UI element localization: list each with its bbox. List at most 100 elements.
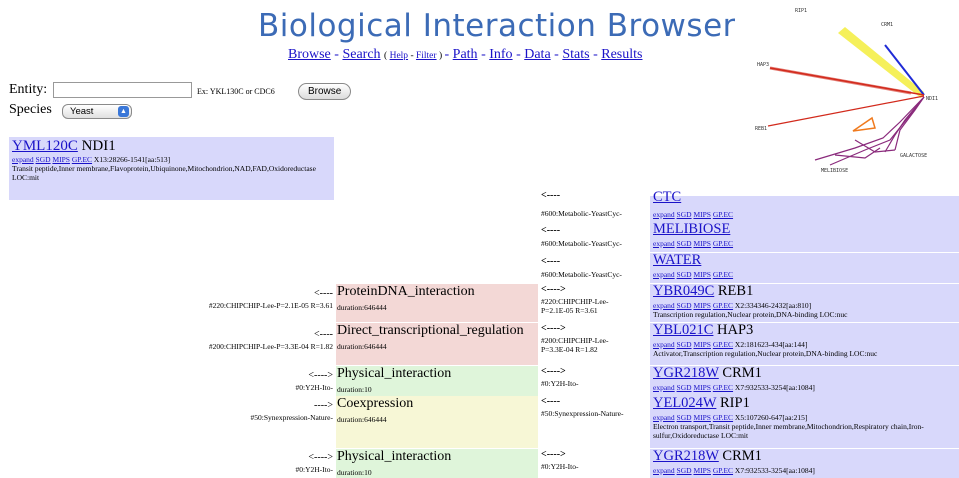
target-gpec-link[interactable]: GP.EC xyxy=(713,239,733,248)
relation-left-id: #200:CHIPCHIP-Lee-P=3.3E-04 R=1.82 xyxy=(208,342,333,351)
target-expand-link[interactable]: expand xyxy=(653,270,675,279)
target-id-link[interactable]: YGR218W xyxy=(653,448,719,464)
node-label-rip1[interactable]: RIP1 xyxy=(795,8,807,14)
target-card: YBR049C REB1 expand SGD MIPS GP.EC X2:33… xyxy=(650,283,959,322)
node-label-galactose[interactable]: GALACTOSE xyxy=(900,153,927,159)
target-id-link[interactable]: YBL021C xyxy=(653,322,713,338)
relation-duration: duration:10 xyxy=(337,468,372,477)
target-gpec-link[interactable]: GP.EC xyxy=(713,301,733,310)
relation-source: <----> #220:CHIPCHIP-Lee- P=2.1E-05 R=3.… xyxy=(541,284,609,315)
relation-source-id: #220:CHIPCHIP-Lee- P=2.1E-05 R=3.61 xyxy=(541,297,609,315)
target-sgd-link[interactable]: SGD xyxy=(677,466,692,475)
relation-source-id: #600:Metabolic-YeastCyc- xyxy=(541,270,622,279)
target-gpec-link[interactable]: GP.EC xyxy=(713,270,733,279)
target-sgd-link[interactable]: SGD xyxy=(677,210,692,219)
entity-mips-link[interactable]: MIPS xyxy=(52,155,70,164)
interaction-graph-thumbnail[interactable]: RIP1 CRM1 HAP3 NDI1 REB1 GALACTOSE MELIB… xyxy=(735,0,959,190)
target-expand-link[interactable]: expand xyxy=(653,210,675,219)
node-label-crm1[interactable]: CRM1 xyxy=(881,22,893,28)
relation-source-id: #600:Metabolic-YeastCyc- xyxy=(541,239,622,248)
target-mips-link[interactable]: MIPS xyxy=(693,413,711,422)
page-title: Biological Interaction Browser xyxy=(258,8,736,44)
target-sgd-link[interactable]: SGD xyxy=(677,239,692,248)
target-id-link[interactable]: YEL024W xyxy=(653,395,716,411)
target-card: YGR218W CRM1 expand SGD MIPS GP.EC X7:93… xyxy=(650,365,959,396)
node-label-ndi1[interactable]: NDI1 xyxy=(926,96,938,102)
relation-source: <---- #600:Metabolic-YeastCyc- xyxy=(541,190,622,218)
target-mips-link[interactable]: MIPS xyxy=(693,466,711,475)
relation-type[interactable]: Physical_interaction xyxy=(337,366,451,382)
target-gpec-link[interactable]: GP.EC xyxy=(713,413,733,422)
relation-duration: duration:646444 xyxy=(337,415,387,424)
nav-stats-link[interactable]: Stats xyxy=(562,47,589,62)
target-id-link[interactable]: YGR218W xyxy=(653,365,719,381)
target-expand-link[interactable]: expand xyxy=(653,239,675,248)
target-expand-link[interactable]: expand xyxy=(653,466,675,475)
relation-source: <----> #200:CHIPCHIP-Lee- P=3.3E-04 R=1.… xyxy=(541,323,609,354)
target-sgd-link[interactable]: SGD xyxy=(677,413,692,422)
nav-info-link[interactable]: Info xyxy=(489,47,512,62)
nav-filter-link[interactable]: Filter xyxy=(416,51,437,61)
relation-source-id: #0:Y2H-Ito- xyxy=(541,462,579,471)
node-label-melibiose[interactable]: MELIBIOSE xyxy=(821,168,848,174)
entity-label: Entity: xyxy=(9,82,48,97)
target-mips-link[interactable]: MIPS xyxy=(693,239,711,248)
target-mips-link[interactable]: MIPS xyxy=(693,210,711,219)
target-mips-link[interactable]: MIPS xyxy=(693,383,711,392)
node-label-reb1[interactable]: REB1 xyxy=(755,126,767,132)
relation-duration: duration:646444 xyxy=(337,342,387,351)
relation-type-cell: Direct_transcriptional_regulation durati… xyxy=(336,323,538,365)
node-label-hap3[interactable]: HAP3 xyxy=(757,62,769,68)
target-id-link[interactable]: CTC xyxy=(653,189,681,205)
target-expand-link[interactable]: expand xyxy=(653,383,675,392)
target-id-link[interactable]: WATER xyxy=(653,252,701,268)
entity-sgd-link[interactable]: SGD xyxy=(36,155,51,164)
nav-path-link[interactable]: Path xyxy=(453,47,478,62)
relation-type[interactable]: Direct_transcriptional_regulation xyxy=(337,323,524,339)
target-description: Transcription regulation,Nuclear protein… xyxy=(653,310,848,319)
target-id-link[interactable]: MELIBIOSE xyxy=(653,221,730,237)
relation-type[interactable]: Physical_interaction xyxy=(337,449,451,465)
target-sgd-link[interactable]: SGD xyxy=(677,270,692,279)
relation-type[interactable]: Coexpression xyxy=(337,396,413,412)
entity-description: Transit peptide,Inner membrane,Flavoprot… xyxy=(12,164,316,182)
target-sgd-link[interactable]: SGD xyxy=(677,340,692,349)
target-expand-link[interactable]: expand xyxy=(653,340,675,349)
relation-arrow: <---- xyxy=(314,329,333,340)
browse-button[interactable]: Browse xyxy=(298,83,352,100)
species-select[interactable]: Yeast ▲ xyxy=(62,104,132,119)
entity-id-link[interactable]: YML120C xyxy=(12,138,78,154)
target-card: YBL021C HAP3 expand SGD MIPS GP.EC X2:18… xyxy=(650,322,959,365)
target-mips-link[interactable]: MIPS xyxy=(693,340,711,349)
target-id-link[interactable]: YBR049C xyxy=(653,283,714,299)
target-sgd-link[interactable]: SGD xyxy=(677,301,692,310)
target-gpec-link[interactable]: GP.EC xyxy=(713,466,733,475)
entity-location: X13:28266-1541[aa:513] xyxy=(93,155,171,164)
relation-arrow: <----> xyxy=(308,452,333,463)
relation-source: <---- #50:Synexpression-Nature- xyxy=(541,396,624,418)
target-gpec-link[interactable]: GP.EC xyxy=(713,383,733,392)
nav-help-link[interactable]: Help xyxy=(390,51,408,61)
entity-gpec-link[interactable]: GP.EC xyxy=(72,155,92,164)
entity-expand-link[interactable]: expand xyxy=(12,155,34,164)
relation-source: <---- #600:Metabolic-YeastCyc- xyxy=(541,225,622,248)
relation-type[interactable]: ProteinDNA_interaction xyxy=(337,284,475,300)
nav-search-link[interactable]: Search xyxy=(342,47,380,62)
target-expand-link[interactable]: expand xyxy=(653,413,675,422)
nav-data-link[interactable]: Data xyxy=(524,47,550,62)
target-gpec-link[interactable]: GP.EC xyxy=(713,210,733,219)
target-mips-link[interactable]: MIPS xyxy=(693,270,711,279)
relation-source-id: #50:Synexpression-Nature- xyxy=(541,409,624,418)
nav-results-link[interactable]: Results xyxy=(601,47,642,62)
target-expand-link[interactable]: expand xyxy=(653,301,675,310)
entity-input[interactable] xyxy=(53,82,192,98)
relation-left-id: #0:Y2H-Ito- xyxy=(295,465,334,474)
target-mips-link[interactable]: MIPS xyxy=(693,301,711,310)
relation-left-id: #50:Synexpression-Nature- xyxy=(250,413,333,422)
target-card: YGR218W CRM1 expand SGD MIPS GP.EC X7:93… xyxy=(650,448,959,478)
target-sgd-link[interactable]: SGD xyxy=(677,383,692,392)
entity-hint: Ex: YKL130C or CDC6 xyxy=(197,87,275,96)
target-card: MELIBIOSE expand SGD MIPS GP.EC xyxy=(650,221,959,252)
target-gpec-link[interactable]: GP.EC xyxy=(713,340,733,349)
nav-browse-link[interactable]: Browse xyxy=(288,47,331,62)
